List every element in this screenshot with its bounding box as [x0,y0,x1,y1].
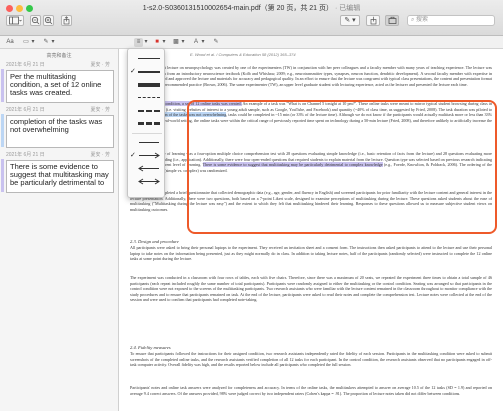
note-meta: 2021年 6月 21 日 夏安 · 芳 [6,151,114,158]
note-item[interactable]: 2021年 6月 21 日 夏安 · 芳 Per the multitaskin… [1,61,114,103]
line-style-dropdown[interactable]: ▾ [143,38,149,47]
line-sample [138,109,160,112]
line-style-option-arrow-none[interactable] [128,137,166,148]
line-style-option-dashed3[interactable] [128,118,166,129]
markup-toolbar-toggle[interactable] [385,15,399,26]
note-text: There is some evidence to suggest that m… [6,160,114,193]
pdf-page[interactable]: 370 E. Wood et al. / Computers & Educati… [120,49,503,411]
paragraph: The experiment was conducted in a classr… [130,275,492,302]
paragraph: Participants' notes and online task answ… [130,385,492,396]
note-date: 2021年 6月 21 日 [6,152,45,158]
checkmark-icon: ✓ [130,152,136,159]
border-color-button[interactable]: ■ [153,38,161,47]
annotations-sidebar: 高亮和备注 2021年 6月 21 日 夏安 · 芳 Per the multi… [0,49,119,411]
paragraph: To ensure that participants followed the… [130,351,492,367]
note-item[interactable]: 2021年 6月 21 日 夏安 · 芳 There is some evide… [1,151,114,193]
signature-button[interactable]: ✎ [212,38,220,47]
export-icon [370,16,376,25]
note-text: completion of the tasks was not overwhel… [6,115,114,148]
zoom-in-button[interactable] [43,15,54,26]
fill-color-dropdown[interactable]: ▾ [180,38,186,47]
toolbox-icon [388,16,396,24]
window-title-text: 1-s2.0-S0360131510002654-main.pdf（第 20 页… [142,5,334,12]
text-font-button[interactable]: A [192,38,200,47]
zoom-in-icon [44,16,53,25]
text-font-dropdown[interactable]: ▾ [200,38,206,47]
note-marker [1,114,4,147]
markup-tool-2[interactable]: ✎ [42,38,50,47]
markup-tool-1-dropdown[interactable]: ▾ [30,38,36,47]
pen-icon: ✎ [344,17,351,24]
markup-tool-2-dropdown[interactable]: ▾ [50,38,56,47]
menu-separator [132,133,162,134]
note-text: Per the multitasking condition, a set of… [6,70,114,103]
sidebar-icon [9,16,22,25]
line-style-option-medium[interactable]: ✓ [128,66,166,77]
line-style-option-arrow-left[interactable] [128,163,166,174]
checkmark-icon: ✓ [130,68,136,75]
annotation-rectangle[interactable] [187,100,497,234]
zoom-out-button[interactable] [30,15,41,26]
page-header: E. Wood et al. / Computers & Education 5… [190,52,296,57]
note-date: 2021年 6月 21 日 [6,107,45,113]
line-style-option-thin[interactable] [128,53,166,64]
line-sample [138,70,160,73]
search-field[interactable]: ⌕ 搜索 [407,15,495,26]
note-marker [1,69,4,102]
line-style-option-arrow-both[interactable] [128,176,166,187]
section-heading: 2.4. Fidelity measures [130,345,171,350]
note-date: 2021年 6月 21 日 [6,62,45,68]
pen-markup-button[interactable]: ✎ ▾ [340,15,360,26]
line-style-menu: ✓ ✓ [127,48,165,198]
search-icon: ⌕ [411,17,415,23]
zoom-out-icon [31,16,40,25]
sidebar-toggle-button[interactable] [6,15,24,26]
arrow-both-icon [138,178,160,185]
line-style-option-arrow-right[interactable]: ✓ [128,150,166,161]
fill-color-button[interactable]: ▩ [172,38,180,47]
border-color-dropdown[interactable]: ▾ [161,38,167,47]
edited-label: 已编辑 [339,5,361,12]
markup-toolbar: Aa ▭ ▾ ✎ ▾ ≡ ▾ ■ ▾ ▩ ▾ A ▾ ✎ [0,36,503,49]
arrow-none-icon [139,142,159,143]
line-sample [138,82,160,87]
arrow-right-icon [139,152,160,159]
share-export-button[interactable] [366,15,380,26]
line-sample [138,122,160,125]
paragraph: A 45 min PowerPoint lecture on neuropsyc… [130,65,492,87]
line-style-button[interactable]: ≡ [134,38,143,47]
arrow-left-icon [138,165,159,172]
note-author: 夏安 · 芳 [90,152,110,158]
share-icon [63,16,70,25]
line-style-option-dashed2[interactable] [128,105,166,116]
note-meta: 2021年 6月 21 日 夏安 · 芳 [6,61,114,68]
window-title: 1-s2.0-S0360131510002654-main.pdf（第 20 页… [142,5,361,12]
paragraph: All participants were asked to bring the… [130,245,492,261]
note-item[interactable]: 2021年 6月 21 日 夏安 · 芳 completion of the t… [1,106,114,148]
share-button[interactable] [61,15,72,26]
markup-tool-1[interactable]: ▭ [22,38,30,47]
line-sample [138,58,160,59]
section-heading: 2.3. Design and procedure [130,239,179,244]
line-style-option-thick[interactable] [128,79,166,90]
search-placeholder: 搜索 [416,17,429,23]
sidebar-header: 高亮和备注 [46,53,72,59]
text-style-button[interactable]: Aa [5,38,15,47]
note-author: 夏安 · 芳 [90,107,110,113]
note-marker [1,159,4,192]
window-titlebar: 1-s2.0-S0360131510002654-main.pdf（第 20 页… [0,0,503,36]
line-style-option-dashed1[interactable] [128,92,166,103]
note-meta: 2021年 6月 21 日 夏安 · 芳 [6,106,114,113]
line-sample [138,97,160,98]
note-author: 夏安 · 芳 [90,62,110,68]
